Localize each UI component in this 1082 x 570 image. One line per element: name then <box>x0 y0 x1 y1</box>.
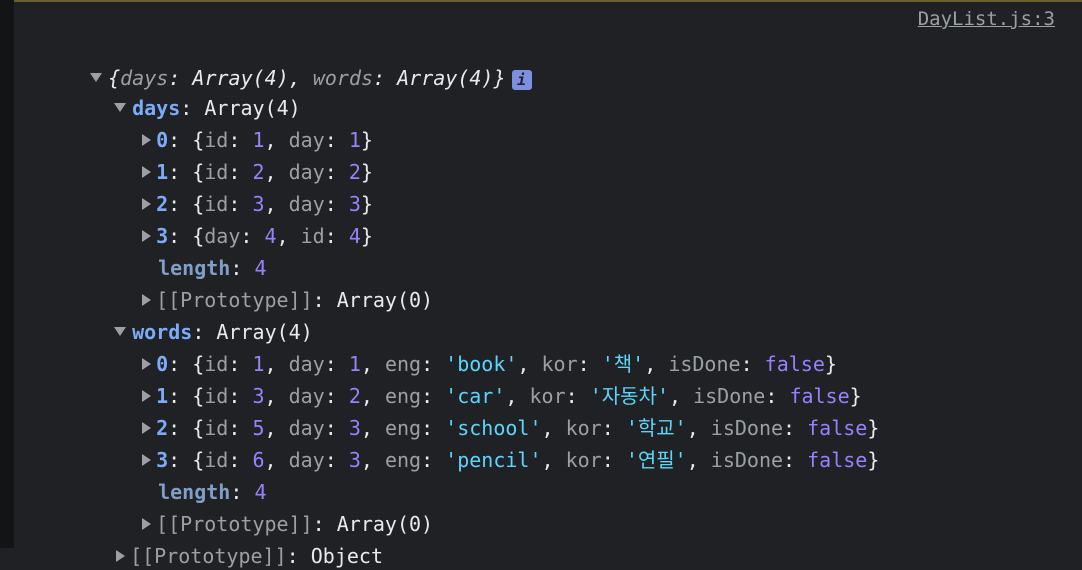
words-item-3[interactable]: 3: {id: 6, day: 3, eng: 'pencil', kor: '… <box>116 418 879 472</box>
days-item-0[interactable]: 0: {id: 1, day: 1} <box>116 98 373 152</box>
words-row[interactable]: words: Array(4) <box>90 290 313 344</box>
words-prototype[interactable]: [[Prototype]]: Array(0) <box>116 482 433 536</box>
days-row[interactable]: days: Array(4) <box>90 66 301 120</box>
words-length: length: 4 <box>158 480 267 504</box>
root-prototype[interactable]: [[Prototype]]: Object <box>90 514 383 568</box>
words-item-0[interactable]: 0: {id: 1, day: 1, eng: 'book', kor: '책'… <box>116 322 837 376</box>
days-item-1[interactable]: 1: {id: 2, day: 2} <box>116 130 373 184</box>
collapse-triangle-icon[interactable] <box>116 549 126 562</box>
info-icon[interactable]: i <box>511 69 532 90</box>
words-item-1[interactable]: 1: {id: 3, day: 2, eng: 'car', kor: '자동차… <box>116 354 862 408</box>
top-border <box>0 0 1082 2</box>
left-gutter <box>0 0 14 548</box>
words-item-2[interactable]: 2: {id: 5, day: 3, eng: 'school', kor: '… <box>116 386 879 440</box>
days-prototype[interactable]: [[Prototype]]: Array(0) <box>116 258 433 312</box>
source-link[interactable]: DayList.js:3 <box>918 8 1055 30</box>
days-length: length: 4 <box>158 256 267 280</box>
days-item-2[interactable]: 2: {id: 3, day: 3} <box>116 162 373 216</box>
root-object-row[interactable]: {days: Array(4), words: Array(4)} i <box>66 36 532 90</box>
days-item-3[interactable]: 3: {day: 4, id: 4} <box>116 194 373 248</box>
